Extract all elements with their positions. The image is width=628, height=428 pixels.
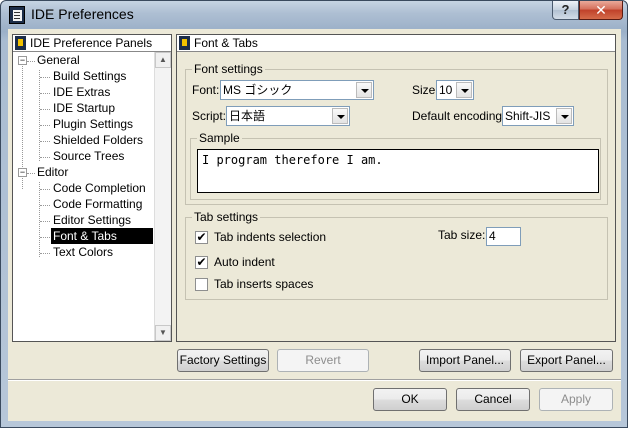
help-button[interactable]: ?	[552, 1, 579, 20]
tree-connector	[40, 237, 50, 238]
tree-connector	[40, 189, 50, 190]
tree-connector	[27, 173, 35, 174]
revert-button[interactable]: Revert	[277, 349, 369, 372]
general-collapse-icon[interactable]: −	[18, 56, 27, 65]
encoding-select[interactable]: Shift-JIS	[502, 106, 574, 126]
tree-item-text-colors[interactable]: Text Colors	[51, 244, 115, 260]
tree-header: IDE Preference Panels	[13, 35, 171, 52]
cancel-button[interactable]: Cancel	[456, 388, 530, 411]
ide-preferences-window: IDE Preferences ? ✕ IDE Preference Panel…	[0, 0, 628, 428]
tree-item-editor-settings[interactable]: Editor Settings	[51, 212, 133, 228]
tree-group-editor[interactable]: Editor	[35, 164, 70, 180]
tree-guide-line	[39, 182, 40, 257]
sample-title: Sample	[197, 131, 242, 145]
button-divider	[8, 379, 621, 381]
tab-inserts-spaces-checkbox[interactable]	[195, 278, 208, 291]
tree-item-ide-startup[interactable]: IDE Startup	[51, 100, 117, 116]
default-encoding-label: Default encoding:	[412, 109, 506, 123]
panel-header-icon	[179, 36, 190, 50]
title-bar[interactable]: IDE Preferences ? ✕	[1, 1, 627, 29]
tree-item-plugin-settings[interactable]: Plugin Settings	[51, 116, 135, 132]
tree-connector	[40, 253, 50, 254]
tree-connector	[40, 77, 50, 78]
font-label: Font:	[192, 83, 220, 97]
tree-connector	[40, 221, 50, 222]
script-select[interactable]: 日本語	[226, 106, 350, 126]
scroll-up-arrow-icon[interactable]: ▲	[155, 52, 171, 68]
ide-app-icon	[9, 6, 25, 24]
size-label: Size:	[412, 83, 439, 97]
tree-scrollbar[interactable]: ▲ ▼	[154, 52, 171, 341]
tree-item-shielded-folders[interactable]: Shielded Folders	[51, 132, 145, 148]
scroll-down-arrow-icon[interactable]: ▼	[155, 325, 171, 341]
tree-connector	[40, 109, 50, 110]
size-select-value: 10	[439, 83, 453, 97]
chevron-down-icon[interactable]	[332, 108, 348, 124]
chevron-down-icon[interactable]	[356, 82, 372, 98]
apply-button[interactable]: Apply	[539, 388, 613, 411]
tree-connector	[40, 157, 50, 158]
panel-header-label: Font & Tabs	[194, 36, 258, 50]
factory-settings-button[interactable]: Factory Settings	[177, 349, 269, 372]
font-select[interactable]: MS ゴシック	[220, 80, 374, 100]
tab-settings-title: Tab settings	[192, 210, 261, 224]
tree-connector	[40, 93, 50, 94]
ok-button[interactable]: OK	[373, 388, 447, 411]
tree-item-ide-extras[interactable]: IDE Extras	[51, 84, 112, 100]
tab-inserts-spaces-label: Tab inserts spaces	[214, 277, 314, 291]
tab-settings-group: Tab settings ✔ Tab indents selection ✔ A…	[185, 210, 608, 300]
tree-connector	[27, 61, 35, 62]
dialog-client-area: IDE Preference Panels − General Build Se…	[8, 29, 621, 421]
script-label: Script:	[192, 109, 227, 123]
window-title: IDE Preferences	[31, 6, 134, 22]
font-tabs-panel: Font & Tabs Font settings Font: MS ゴシック …	[176, 34, 616, 342]
sample-text-box: I program therefore I am.	[197, 149, 599, 193]
size-select[interactable]: 10	[436, 80, 474, 100]
tree-item-code-formatting[interactable]: Code Formatting	[51, 196, 144, 212]
tab-indents-label: Tab indents selection	[214, 230, 327, 244]
preference-panels-tree: IDE Preference Panels − General Build Se…	[12, 34, 172, 342]
auto-indent-label: Auto indent	[214, 255, 275, 269]
tree-connector	[40, 205, 50, 206]
tab-size-input[interactable]: 4	[486, 227, 521, 246]
tree-connector	[40, 141, 50, 142]
tree-item-source-trees[interactable]: Source Trees	[51, 148, 126, 164]
tree-guide-line	[39, 70, 40, 161]
font-select-value: MS ゴシック	[223, 83, 293, 97]
auto-indent-checkbox[interactable]: ✔	[195, 256, 208, 269]
tree-header-label: IDE Preference Panels	[30, 36, 153, 50]
panels-header-icon	[15, 36, 26, 50]
import-panel-button[interactable]: Import Panel...	[419, 349, 511, 372]
chevron-down-icon[interactable]	[556, 108, 572, 124]
sample-text: I program therefore I am.	[202, 153, 383, 167]
font-settings-group: Font settings Font: MS ゴシック Size: 10 Scr…	[185, 62, 608, 205]
tab-size-label: Tab size:	[438, 228, 486, 242]
tree-item-code-completion[interactable]: Code Completion	[51, 180, 148, 196]
panel-header: Font & Tabs	[177, 35, 615, 52]
tree-item-font-tabs[interactable]: Font & Tabs	[51, 228, 153, 244]
tree-item-build-settings[interactable]: Build Settings	[51, 68, 128, 84]
close-button[interactable]: ✕	[579, 1, 623, 20]
sample-group: Sample I program therefore I am.	[190, 131, 601, 200]
tree-connector	[40, 125, 50, 126]
script-select-value: 日本語	[229, 109, 266, 123]
encoding-select-value: Shift-JIS	[505, 109, 551, 123]
chevron-down-icon[interactable]	[456, 82, 472, 98]
tab-indents-checkbox[interactable]: ✔	[195, 231, 208, 244]
export-panel-button[interactable]: Export Panel...	[520, 349, 613, 372]
editor-collapse-icon[interactable]: −	[18, 168, 27, 177]
font-settings-title: Font settings	[192, 62, 265, 76]
tree-group-general[interactable]: General	[35, 52, 82, 68]
